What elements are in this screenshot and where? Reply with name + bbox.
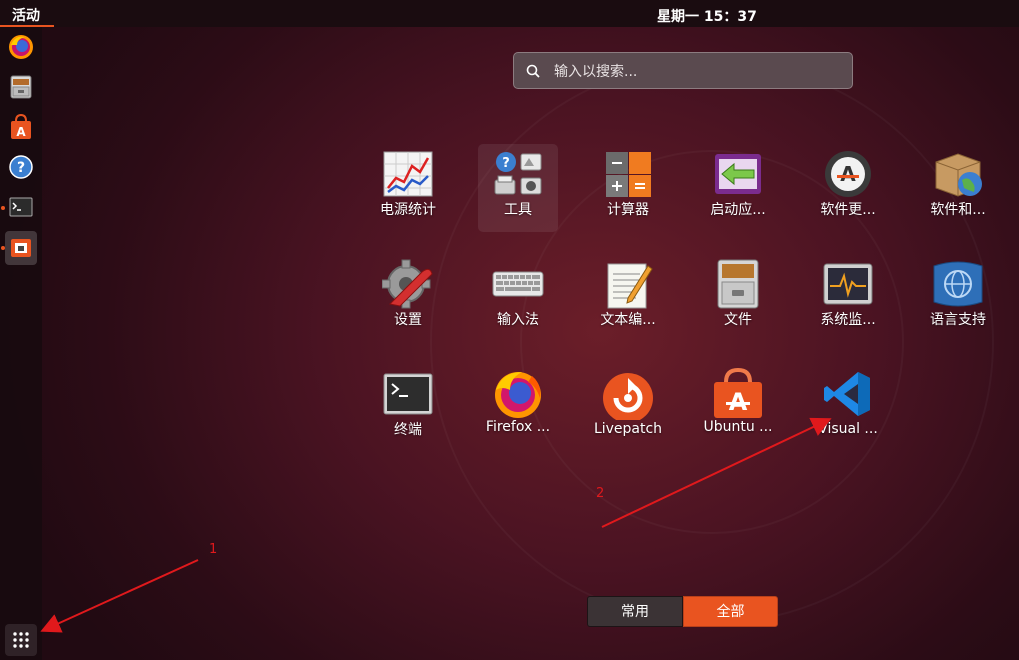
dock-item-firefox[interactable]	[5, 31, 37, 63]
firefox-icon	[495, 372, 541, 418]
app-label: 电源统计	[380, 202, 436, 218]
frequent-button[interactable]: 常用	[587, 596, 683, 627]
svg-text:A: A	[840, 162, 856, 186]
language-support-icon	[933, 261, 983, 307]
tools-folder-icon: ?	[494, 152, 542, 195]
annotation-number-1: 1	[209, 542, 218, 557]
all-apps-button[interactable]: 全部	[683, 596, 778, 627]
app-label: 软件更...	[820, 202, 876, 218]
view-switch: 常用 全部	[587, 596, 778, 627]
app-label: 输入法	[497, 312, 539, 328]
livepatch-icon	[603, 373, 653, 420]
dock-item-file-cabinet[interactable]	[5, 71, 37, 103]
app-label: 文件	[724, 312, 752, 328]
app-settings[interactable]: 设置	[368, 254, 448, 342]
files-icon	[717, 259, 759, 309]
calculator-icon	[606, 152, 651, 197]
settings-icon	[382, 259, 433, 309]
app-power-statistics[interactable]: 电源统计	[368, 144, 448, 232]
app-files[interactable]: 文件	[698, 254, 778, 342]
app-label: 软件和...	[930, 202, 986, 218]
app-system-monitor[interactable]: 系统监...	[808, 254, 888, 342]
search-input[interactable]	[552, 59, 846, 85]
app-input-method[interactable]: 输入法	[478, 254, 558, 342]
firefox-icon	[9, 35, 33, 59]
svg-text:?: ?	[502, 156, 510, 171]
app-ubuntu-software[interactable]: A Ubuntu ...	[698, 364, 778, 452]
search-box[interactable]	[513, 52, 853, 89]
terminal-icon	[9, 197, 33, 217]
app-livepatch[interactable]: Livepatch	[588, 364, 668, 452]
svg-text:?: ?	[17, 160, 25, 176]
clock[interactable]: 星期一 15：37	[657, 6, 757, 26]
startup-apps-icon	[715, 154, 761, 194]
app-text-editor[interactable]: 文本编...	[588, 254, 668, 342]
app-software-sources[interactable]: 软件和...	[918, 144, 998, 232]
clock-label: 星期一 15：37	[657, 9, 757, 25]
search-icon	[526, 64, 540, 78]
app-label: 终端	[394, 422, 422, 438]
app-language-support[interactable]: 语言支持	[918, 254, 998, 342]
app-label: Visual ...	[818, 421, 878, 437]
dock-item-screenshot[interactable]	[5, 231, 37, 265]
app-terminal[interactable]: 终端	[368, 364, 448, 452]
software-updater-icon: A	[825, 151, 871, 197]
app-label: Firefox ...	[485, 419, 551, 435]
activities-label: 活动	[12, 8, 40, 24]
software-sources-icon	[935, 153, 982, 197]
app-calculator[interactable]: 计算器	[588, 144, 668, 232]
annotation-arrow-1	[40, 559, 199, 633]
activities-button[interactable]: 活动	[0, 0, 54, 27]
power-statistics-icon	[383, 151, 433, 197]
app-label: 系统监...	[820, 312, 876, 328]
app-tools-folder[interactable]: ? 工具	[478, 144, 558, 232]
software-bag-icon: A	[11, 113, 31, 139]
app-label: 文本编...	[600, 312, 656, 328]
app-label: 启动应...	[710, 202, 766, 218]
screenshot-icon	[11, 239, 31, 257]
grid-icon	[13, 632, 29, 648]
dock-item-terminal[interactable]	[5, 191, 37, 223]
ubuntu-software-icon: A	[714, 368, 762, 418]
annotation-number-2: 2	[596, 486, 605, 501]
text-editor-icon	[607, 263, 653, 309]
app-startup-applications[interactable]: 启动应...	[698, 144, 778, 232]
show-applications-button[interactable]	[5, 624, 37, 656]
app-label: Ubuntu ...	[703, 419, 773, 435]
app-visual-studio-code[interactable]: Visual ...	[808, 364, 888, 452]
app-firefox[interactable]: Firefox ...	[478, 364, 558, 452]
vscode-icon	[824, 372, 870, 416]
app-label: Livepatch	[593, 421, 663, 437]
help-icon: ?	[9, 155, 33, 179]
app-label: 语言支持	[930, 312, 986, 328]
dock-item-ubuntu-software[interactable]: A	[5, 111, 37, 143]
app-label: 设置	[394, 312, 422, 328]
app-label: 工具	[504, 202, 532, 218]
top-bar: 活动 星期一 15：37	[0, 0, 1019, 27]
terminal-icon	[383, 373, 433, 415]
svg-text:A: A	[16, 125, 26, 139]
app-label: 计算器	[607, 202, 649, 218]
app-software-updater[interactable]: A 软件更...	[808, 144, 888, 232]
system-monitor-icon	[823, 263, 873, 305]
file-cabinet-icon	[10, 75, 32, 99]
dock: A ?	[0, 27, 42, 660]
keyboard-icon	[492, 271, 544, 297]
dock-item-help[interactable]: ?	[5, 151, 37, 183]
